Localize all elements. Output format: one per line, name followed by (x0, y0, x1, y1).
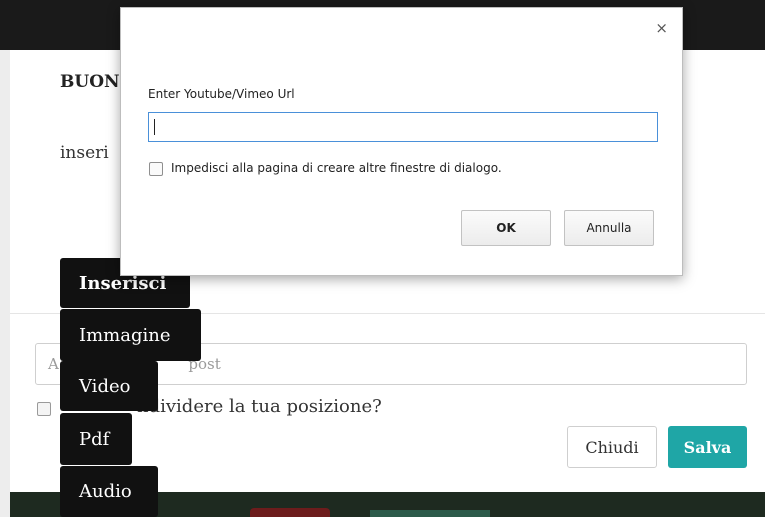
menu-item-pdf[interactable]: Pdf (60, 413, 132, 465)
share-position-checkbox[interactable] (37, 402, 51, 416)
menu-item-immagine[interactable]: Immagine (60, 309, 201, 361)
close-icon[interactable]: × (655, 21, 668, 36)
modal-heading: BUON (60, 72, 120, 92)
menu-item-video[interactable]: Video (60, 361, 158, 411)
suppress-dialogs-checkbox[interactable] (149, 162, 163, 176)
modal-subtext: inseri (60, 143, 109, 163)
post-input-placeholder-start: A (48, 355, 59, 373)
url-prompt-dialog: × Enter Youtube/Vimeo Url Impedisci alla… (120, 7, 683, 276)
ok-button[interactable]: OK (461, 210, 551, 246)
dialog-message: Enter Youtube/Vimeo Url (148, 87, 295, 101)
text-caret (154, 119, 155, 135)
close-button[interactable]: Chiudi (567, 426, 657, 468)
suppress-dialogs-label: Impedisci alla pagina di creare altre fi… (171, 161, 502, 175)
cancel-button[interactable]: Annulla (564, 210, 654, 246)
url-input[interactable] (148, 112, 658, 142)
menu-item-audio[interactable]: Audio (60, 466, 158, 517)
share-position-label: ndividere la tua posizione? (137, 396, 382, 417)
save-button[interactable]: Salva (668, 426, 747, 468)
page-background (0, 0, 10, 517)
